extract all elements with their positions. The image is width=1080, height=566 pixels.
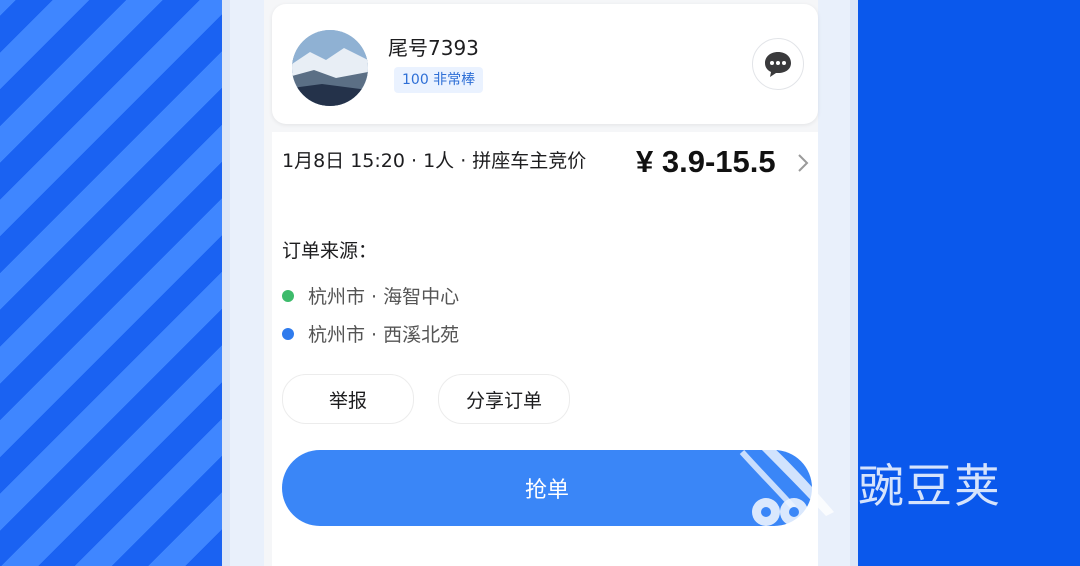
chat-button[interactable] bbox=[752, 38, 804, 90]
trip-info: 1月8日 15:20 · 1人 · 拼座车主竞价 bbox=[282, 150, 587, 172]
avatar[interactable] bbox=[292, 30, 368, 106]
watermark: 豌豆荚 bbox=[730, 412, 1050, 532]
chevron-right-icon[interactable] bbox=[796, 152, 810, 174]
chat-bubble-icon bbox=[765, 52, 791, 77]
rating-badge: 100 非常棒 bbox=[394, 67, 484, 93]
route-start: 杭州市 · 海智中心 bbox=[282, 282, 459, 309]
watermark-text: 豌豆荚 bbox=[858, 459, 1002, 513]
share-order-button[interactable]: 分享订单 bbox=[438, 374, 570, 424]
striped-background bbox=[0, 0, 222, 566]
driver-name: 尾号7393 bbox=[388, 36, 479, 60]
price: ¥ 3.9-15.5 bbox=[636, 144, 776, 179]
route-end: 杭州市 · 西溪北苑 bbox=[282, 320, 459, 347]
avatar-image bbox=[292, 30, 368, 106]
screenshot-stage: 尾号7393 100 非常棒 1月8日 15:20 · 1人 · 拼座车主竞价 … bbox=[0, 0, 1080, 566]
order-source-title: 订单来源： bbox=[282, 240, 378, 262]
start-dot-icon bbox=[282, 289, 294, 302]
route-end-label: 杭州市 · 西溪北苑 bbox=[308, 324, 460, 346]
watermark-logo-icon bbox=[734, 416, 834, 526]
route-start-label: 杭州市 · 海智中心 bbox=[308, 286, 460, 308]
report-button[interactable]: 举报 bbox=[282, 374, 414, 424]
end-dot-icon bbox=[282, 327, 294, 340]
driver-card: 尾号7393 100 非常棒 bbox=[272, 4, 818, 124]
